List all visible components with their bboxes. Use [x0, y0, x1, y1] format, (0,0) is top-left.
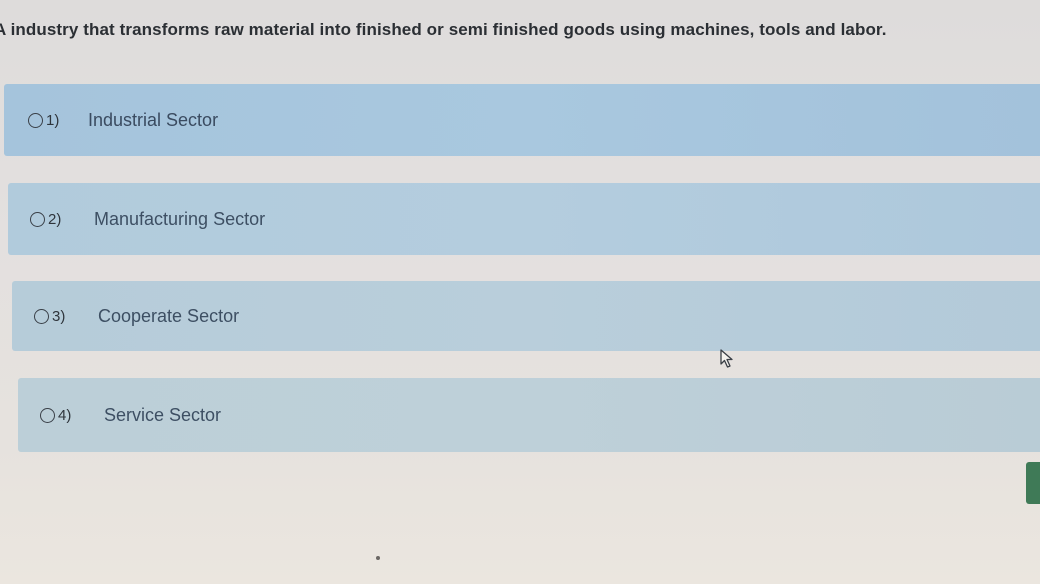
- option-number-4: 4): [58, 406, 72, 424]
- option-label-1: Industrial Sector: [88, 109, 219, 130]
- option-4[interactable]: 4) Service Sector: [18, 378, 1040, 452]
- mouse-pointer-icon: [720, 349, 733, 368]
- option-1[interactable]: 1) Industrial Sector: [4, 84, 1040, 156]
- radio-button-2[interactable]: [30, 211, 45, 227]
- radio-button-3[interactable]: [34, 308, 49, 324]
- radio-button-4[interactable]: [40, 407, 55, 423]
- next-button[interactable]: [1026, 462, 1040, 504]
- option-number-1: 1): [46, 111, 60, 129]
- radio-button-1[interactable]: [28, 112, 43, 128]
- option-number-3: 3): [52, 307, 66, 325]
- option-3[interactable]: 3) Cooperate Sector: [12, 281, 1040, 351]
- option-label-3: Cooperate Sector: [98, 305, 240, 326]
- option-label-2: Manufacturing Sector: [94, 208, 266, 229]
- screen-speck: [376, 556, 380, 560]
- option-number-2: 2): [48, 210, 62, 228]
- option-label-4: Service Sector: [104, 404, 222, 425]
- option-2[interactable]: 2) Manufacturing Sector: [8, 183, 1040, 255]
- question-text: A industry that transforms raw material …: [0, 20, 887, 39]
